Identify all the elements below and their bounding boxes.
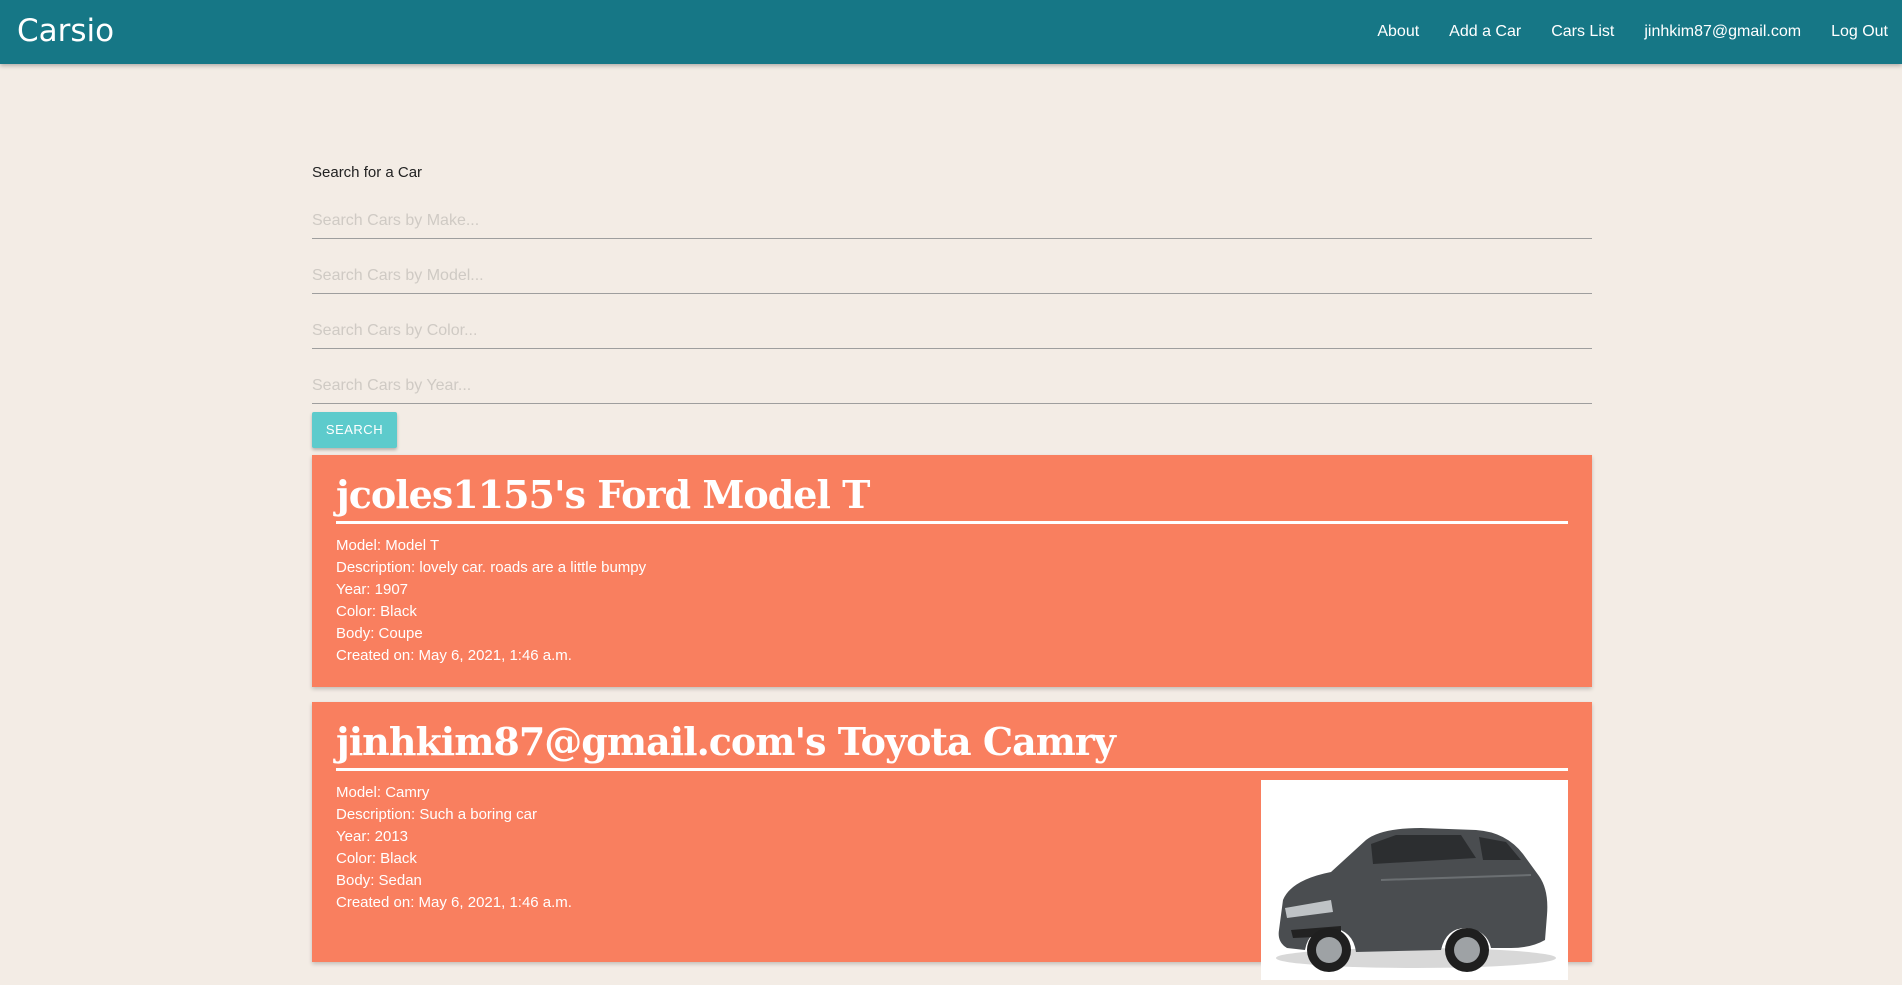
car-card-title: jinhkim87@gmail.com's Toyota Camry	[336, 718, 1568, 771]
top-navbar: Carsio About Add a Car Cars List jinhkim…	[0, 0, 1902, 64]
car-year: Year: 1907	[336, 581, 409, 598]
search-button[interactable]: SEARCH	[312, 412, 397, 448]
make-search-field	[312, 184, 1592, 239]
car-color: Color: Black	[336, 603, 417, 620]
car-card-details: Model: Model T Description: lovely car. …	[336, 535, 1568, 667]
gray-sedan-photo-icon	[1276, 828, 1556, 972]
nav-link-about[interactable]: About	[1362, 23, 1434, 41]
car-card: jinhkim87@gmail.com's Toyota Camry Model…	[312, 702, 1592, 980]
car-card: jcoles1155's Ford Model T Model: Model T…	[312, 455, 1592, 687]
nav-link-user-email[interactable]: jinhkim87@gmail.com	[1629, 23, 1816, 41]
main-container: Search for a Car SEARCH jcoles1155's For…	[312, 150, 1592, 980]
nav-link-add-car[interactable]: Add a Car	[1434, 23, 1536, 41]
car-created: Created on: May 6, 2021, 1:46 a.m.	[336, 647, 572, 664]
car-description: Description: lovely car. roads are a lit…	[336, 559, 647, 576]
nav-link-cars-list[interactable]: Cars List	[1536, 23, 1629, 41]
car-model: Model: Model T	[336, 537, 440, 554]
make-search-input[interactable]	[312, 212, 1592, 230]
color-search-input[interactable]	[312, 322, 1592, 340]
model-search-field	[312, 239, 1592, 294]
nav-links: About Add a Car Cars List jinhkim87@gmai…	[1362, 0, 1902, 64]
brand-logo[interactable]: Carsio	[17, 13, 114, 49]
color-search-field	[312, 294, 1592, 349]
year-search-input[interactable]	[312, 377, 1592, 395]
nav-link-logout[interactable]: Log Out	[1816, 23, 1902, 41]
year-search-field	[312, 349, 1592, 404]
car-card-title: jcoles1155's Ford Model T	[336, 471, 1568, 524]
car-photo	[1261, 780, 1568, 980]
model-search-input[interactable]	[312, 267, 1592, 285]
car-body: Body: Coupe	[336, 625, 423, 642]
search-heading: Search for a Car	[312, 164, 423, 181]
